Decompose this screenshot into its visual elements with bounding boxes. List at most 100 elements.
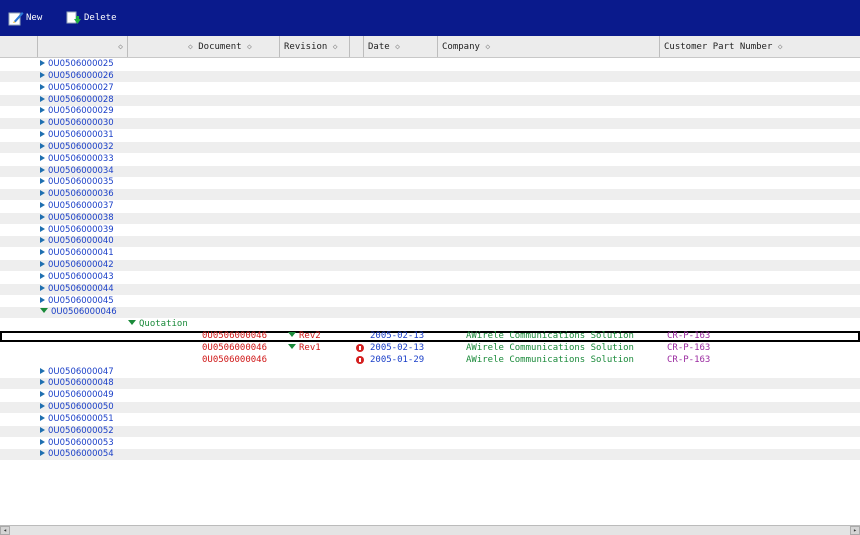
node-label[interactable]: 0U0506000028 (40, 95, 114, 106)
node-label[interactable]: 0U0506000036 (40, 189, 114, 200)
node-label[interactable]: 0U0506000037 (40, 201, 114, 212)
node-label[interactable]: 0U0506000049 (40, 390, 114, 401)
header-company[interactable]: Company ◇ (438, 36, 660, 57)
collapse-icon[interactable] (40, 308, 48, 314)
node-label[interactable]: 0U0506000044 (40, 284, 114, 295)
node-label[interactable]: 0U0506000050 (40, 402, 114, 413)
tree-row[interactable]: 0U0506000034 (0, 165, 860, 177)
tree-row[interactable]: 0U0506000030 (0, 118, 860, 130)
tree-row[interactable]: 0U0506000052 (0, 425, 860, 437)
expand-icon[interactable] (40, 296, 45, 303)
scroll-left-button[interactable]: ◂ (0, 526, 10, 535)
tree-row[interactable]: 0U0506000036 (0, 189, 860, 201)
header-customer-part-number[interactable]: Customer Part Number ◇ (660, 36, 860, 57)
tree-row[interactable]: 0U0506000025 (0, 59, 860, 70)
tree-row[interactable]: 0U0506000040 (0, 236, 860, 248)
expand-icon[interactable] (40, 414, 45, 421)
expand-icon[interactable] (40, 391, 45, 398)
node-label[interactable]: 0U0506000026 (40, 71, 114, 82)
tree-row[interactable]: 0U0506000049 (0, 390, 860, 401)
node-label[interactable]: 0U0506000043 (40, 272, 114, 283)
tree-row[interactable]: 0U0506000031 (0, 130, 860, 141)
tree-row[interactable]: 0U0506000037 (0, 201, 860, 212)
node-label[interactable]: 0U0506000039 (40, 225, 114, 236)
collapse-icon[interactable] (288, 343, 296, 349)
expand-icon[interactable] (40, 272, 45, 279)
expand-icon[interactable] (40, 284, 45, 291)
node-label[interactable]: 0U0506000041 (40, 248, 114, 259)
node-label[interactable]: 0U0506000038 (40, 213, 114, 224)
tree-row[interactable]: 0U0506000048 (0, 378, 860, 390)
expand-icon[interactable] (40, 60, 45, 66)
expand-icon[interactable] (40, 119, 45, 126)
node-label[interactable]: 0U0506000054 (40, 449, 114, 460)
node-label[interactable]: 0U0506000034 (40, 166, 114, 177)
node-label[interactable]: 0U0506000031 (40, 130, 114, 141)
tree-row[interactable]: 0U0506000038 (0, 212, 860, 224)
expand-icon[interactable] (40, 379, 45, 386)
expand-icon[interactable] (40, 154, 45, 161)
tree-row[interactable]: 0U0506000043 (0, 272, 860, 283)
tree-row[interactable]: 0U0506000026 (0, 70, 860, 82)
tree-row[interactable]: 0U0506000051 (0, 414, 860, 425)
expand-icon[interactable] (40, 142, 45, 149)
node-label[interactable]: 0U0506000025 (40, 59, 114, 70)
expand-icon[interactable] (40, 367, 45, 374)
collapse-icon[interactable] (288, 332, 296, 338)
revision-cell[interactable]: Rev2 (288, 331, 321, 342)
tree-row[interactable]: 0U0506000029 (0, 106, 860, 117)
node-label[interactable]: 0U0506000047 (40, 367, 114, 378)
node-label[interactable]: 0U0506000029 (40, 106, 114, 117)
delete-button[interactable]: Delete (66, 10, 117, 26)
tree-row[interactable]: 0U0506000027 (0, 83, 860, 94)
expand-icon[interactable] (40, 249, 45, 256)
tree-row[interactable]: 0U0506000045 (0, 296, 860, 307)
expand-icon[interactable] (40, 438, 45, 445)
collapse-icon[interactable] (128, 320, 136, 326)
expand-icon[interactable] (40, 261, 45, 268)
expand-icon[interactable] (40, 426, 45, 433)
record-row[interactable]: 0U0506000046 2005-01-29 AWirele Communicat… (0, 355, 860, 366)
expand-icon[interactable] (40, 237, 45, 244)
tree-row[interactable]: 0U0506000046 (0, 307, 860, 319)
tree-row[interactable]: 0U0506000050 (0, 402, 860, 414)
tree-row[interactable]: 0U0506000044 (0, 283, 860, 295)
expand-icon[interactable] (40, 190, 45, 197)
tree-row[interactable]: 0U0506000041 (0, 248, 860, 259)
expand-icon[interactable] (40, 225, 45, 232)
expand-icon[interactable] (40, 131, 45, 137)
node-label[interactable]: 0U0506000052 (40, 426, 114, 437)
expand-icon[interactable] (40, 403, 45, 410)
node-label[interactable]: 0U0506000040 (40, 236, 114, 247)
header-revision[interactable]: Revision ◇ (280, 36, 350, 57)
tree-row[interactable]: 0U0506000035 (0, 177, 860, 188)
quotation-group-row[interactable]: Quotation (0, 319, 860, 330)
tree-row[interactable]: 0U0506000033 (0, 154, 860, 165)
node-label[interactable]: 0U0506000051 (40, 414, 114, 425)
expand-icon[interactable] (40, 95, 45, 102)
header-tree[interactable]: ◇ (38, 36, 128, 57)
node-label[interactable]: 0U0506000030 (40, 118, 114, 129)
node-label[interactable]: 0U0506000046 (40, 307, 117, 318)
expand-icon[interactable] (40, 166, 45, 173)
record-row[interactable]: 0U0506000046 Rev2 2005-02-13 AWirele Commun… (0, 331, 860, 343)
node-label[interactable]: 0U0506000035 (40, 177, 114, 188)
new-button[interactable]: New (8, 10, 42, 26)
expand-icon[interactable] (40, 178, 45, 185)
expand-icon[interactable] (40, 213, 45, 220)
quotation-label[interactable]: Quotation (128, 319, 188, 330)
node-label[interactable]: 0U0506000048 (40, 378, 114, 389)
expand-icon[interactable] (40, 83, 45, 90)
header-document[interactable]: ◇ Document ◇ (128, 36, 280, 57)
node-label[interactable]: 0U0506000033 (40, 154, 114, 165)
node-label[interactable]: 0U0506000032 (40, 142, 114, 153)
tree-row[interactable]: 0U0506000053 (0, 438, 860, 449)
tree-row[interactable]: 0U0506000042 (0, 260, 860, 272)
node-label[interactable]: 0U0506000045 (40, 296, 114, 307)
tree-row[interactable]: 0U0506000047 (0, 367, 860, 378)
revision-cell[interactable]: Rev1 (288, 343, 321, 354)
tree-row[interactable]: 0U0506000054 (0, 449, 860, 461)
tree-row[interactable]: 0U0506000028 (0, 94, 860, 106)
tree-row[interactable]: 0U0506000039 (0, 225, 860, 236)
expand-icon[interactable] (40, 107, 45, 114)
